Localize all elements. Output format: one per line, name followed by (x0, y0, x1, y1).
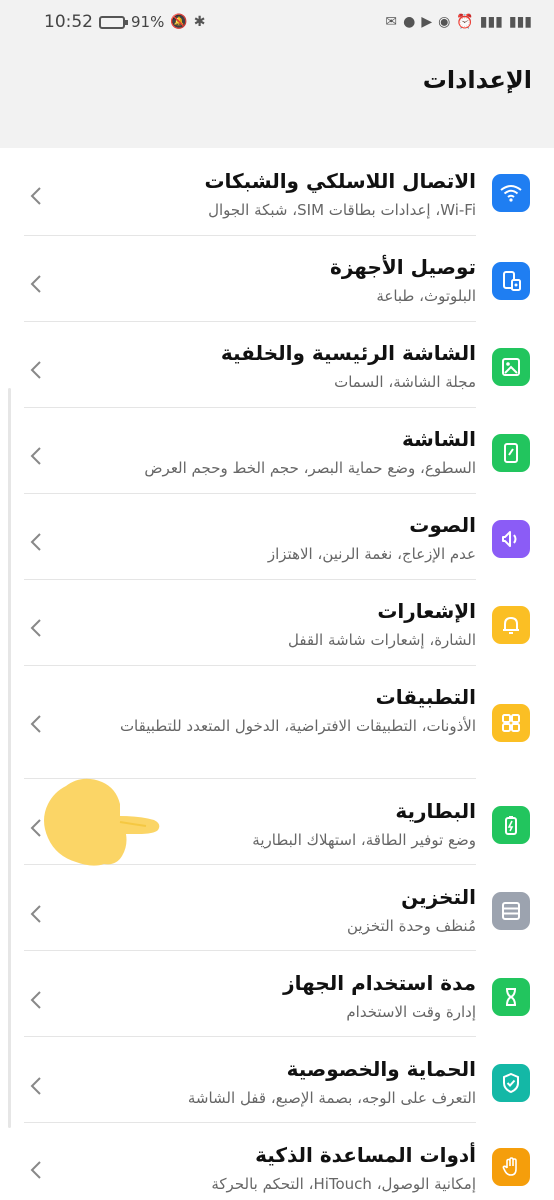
wifi-icon (492, 174, 530, 212)
settings-item-storage[interactable]: التخزين مُنظف وحدة التخزين (24, 884, 554, 944)
page-title: الإعدادات (422, 66, 532, 94)
item-title: مدة استخدام الجهاز (283, 971, 476, 995)
divider (24, 1122, 476, 1123)
item-text: الشاشة الرئيسية والخلفية مجلة الشاشة، ال… (76, 340, 476, 394)
divider (24, 1036, 476, 1037)
item-text: التطبيقات الأذونات، التطبيقات الافتراضية… (76, 684, 476, 738)
storage-icon (492, 892, 530, 930)
settings-item-home-wallpaper[interactable]: الشاشة الرئيسية والخلفية مجلة الشاشة، ال… (24, 340, 554, 400)
settings-item-smart-assistance[interactable]: أدوات المساعدة الذكية إمكانية الوصول، Hi… (24, 1142, 554, 1200)
item-subtitle: عدم الإزعاج، نغمة الرنين، الاهتزاز (267, 545, 476, 563)
wallpaper-icon (492, 348, 530, 386)
divider (24, 579, 476, 580)
scrollbar[interactable] (8, 388, 11, 1128)
chevron-left-icon (24, 712, 48, 736)
chevron-left-icon (24, 616, 48, 640)
apps-icon (492, 704, 530, 742)
chevron-left-icon (24, 358, 48, 382)
settings-item-wireless[interactable]: الاتصال اللاسلكي والشبكات Wi-Fi، إعدادات… (24, 168, 554, 228)
item-text: الصوت عدم الإزعاج، نغمة الرنين، الاهتزاز (76, 512, 476, 566)
clock: 10:52 (44, 12, 93, 32)
chevron-left-icon (24, 444, 48, 468)
item-title: الحماية والخصوصية (286, 1057, 476, 1081)
item-subtitle: السطوع، وضع حماية البصر، حجم الخط وحجم ا… (144, 459, 476, 477)
divider (24, 493, 476, 494)
item-subtitle: مجلة الشاشة، السمات (334, 373, 476, 391)
status-left: 10:52 91% 🔕 ✱ (44, 12, 206, 32)
item-subtitle: مُنظف وحدة التخزين (347, 917, 476, 935)
item-title: التطبيقات (375, 685, 476, 709)
settings-list[interactable]: الاتصال اللاسلكي والشبكات Wi-Fi، إعدادات… (0, 148, 554, 1200)
chevron-left-icon (24, 1074, 48, 1098)
item-title: الإشعارات (377, 599, 476, 623)
settings-item-display[interactable]: الشاشة السطوع، وضع حماية البصر، حجم الخط… (24, 426, 554, 486)
status-bar: 10:52 91% 🔕 ✱ ✉ ● ▶ ◉ ⏰ ▮▮▮ ▮▮▮ (0, 0, 554, 44)
item-subtitle: الشارة، إشعارات شاشة القفل (287, 631, 476, 649)
signal-icon: ▮▮▮ (479, 14, 503, 30)
item-text: الاتصال اللاسلكي والشبكات Wi-Fi، إعدادات… (76, 168, 476, 222)
divider (24, 321, 476, 322)
device-connect-icon (492, 262, 530, 300)
hourglass-icon (492, 978, 530, 1016)
settings-item-screen-time[interactable]: مدة استخدام الجهاز إدارة وقت الاستخدام (24, 970, 554, 1030)
divider (24, 665, 476, 666)
shield-icon (492, 1064, 530, 1102)
status-right: ✉ ● ▶ ◉ ⏰ ▮▮▮ ▮▮▮ (385, 14, 532, 30)
chevron-left-icon (24, 988, 48, 1012)
chevron-left-icon (24, 530, 48, 554)
header: الإعدادات (0, 44, 554, 118)
item-subtitle: إدارة وقت الاستخدام (346, 1003, 476, 1021)
item-title: الصوت (409, 513, 476, 537)
item-subtitle: البلوتوث، طباعة (376, 287, 476, 305)
item-text: الإشعارات الشارة، إشعارات شاشة القفل (76, 598, 476, 652)
hand-icon (492, 1148, 530, 1186)
message-icon: ✉ (385, 14, 398, 30)
item-text: التخزين مُنظف وحدة التخزين (76, 884, 476, 938)
battery-icon (492, 806, 530, 844)
chevron-left-icon (24, 184, 48, 208)
settings-item-apps[interactable]: التطبيقات الأذونات، التطبيقات الافتراضية… (24, 684, 554, 774)
youtube-icon: ▶ (421, 14, 433, 30)
item-subtitle: التعرف على الوجه، بصمة الإصبع، قفل الشاش… (187, 1089, 476, 1107)
item-subtitle: Wi-Fi، إعدادات بطاقات SIM، شبكة الجوال (208, 201, 476, 219)
divider (24, 407, 476, 408)
item-subtitle: الأذونات، التطبيقات الافتراضية، الدخول ا… (119, 717, 476, 735)
chevron-left-icon (24, 1158, 48, 1182)
item-title: توصيل الأجهزة (330, 255, 476, 279)
item-title: الشاشة الرئيسية والخلفية (220, 341, 476, 365)
settings-item-device-connection[interactable]: توصيل الأجهزة البلوتوث، طباعة (24, 254, 554, 314)
item-subtitle: إمكانية الوصول، HiTouch، التحكم بالحركة (211, 1175, 476, 1193)
bluetooth-icon: ✱ (193, 14, 206, 30)
divider (24, 235, 476, 236)
display-icon (492, 434, 530, 472)
chat-icon: ● (403, 14, 416, 30)
pointing-hand-sticker (36, 772, 162, 868)
sound-icon (492, 520, 530, 558)
item-text: مدة استخدام الجهاز إدارة وقت الاستخدام (76, 970, 476, 1024)
mute-icon: 🔕 (170, 14, 188, 30)
item-text: الحماية والخصوصية التعرف على الوجه، بصمة… (76, 1056, 476, 1110)
battery-level: 91% (131, 13, 165, 31)
settings-item-notifications[interactable]: الإشعارات الشارة، إشعارات شاشة القفل (24, 598, 554, 658)
item-title: الاتصال اللاسلكي والشبكات (204, 169, 476, 193)
signal-4g-icon: ▮▮▮ (508, 14, 532, 30)
chevron-left-icon (24, 902, 48, 926)
alarm-icon: ⏰ (456, 14, 474, 30)
item-title: الشاشة (401, 427, 476, 451)
settings-item-security-privacy[interactable]: الحماية والخصوصية التعرف على الوجه، بصمة… (24, 1056, 554, 1116)
chevron-left-icon (24, 272, 48, 296)
battery-icon (99, 15, 128, 29)
whatsapp-icon: ◉ (438, 14, 451, 30)
item-text: أدوات المساعدة الذكية إمكانية الوصول، Hi… (76, 1142, 476, 1196)
item-title: أدوات المساعدة الذكية (255, 1143, 476, 1167)
item-text: توصيل الأجهزة البلوتوث، طباعة (76, 254, 476, 308)
settings-item-sound[interactable]: الصوت عدم الإزعاج، نغمة الرنين، الاهتزاز (24, 512, 554, 572)
bell-icon (492, 606, 530, 644)
divider (24, 950, 476, 951)
item-text: الشاشة السطوع، وضع حماية البصر، حجم الخط… (76, 426, 476, 480)
item-title: التخزين (401, 885, 476, 909)
